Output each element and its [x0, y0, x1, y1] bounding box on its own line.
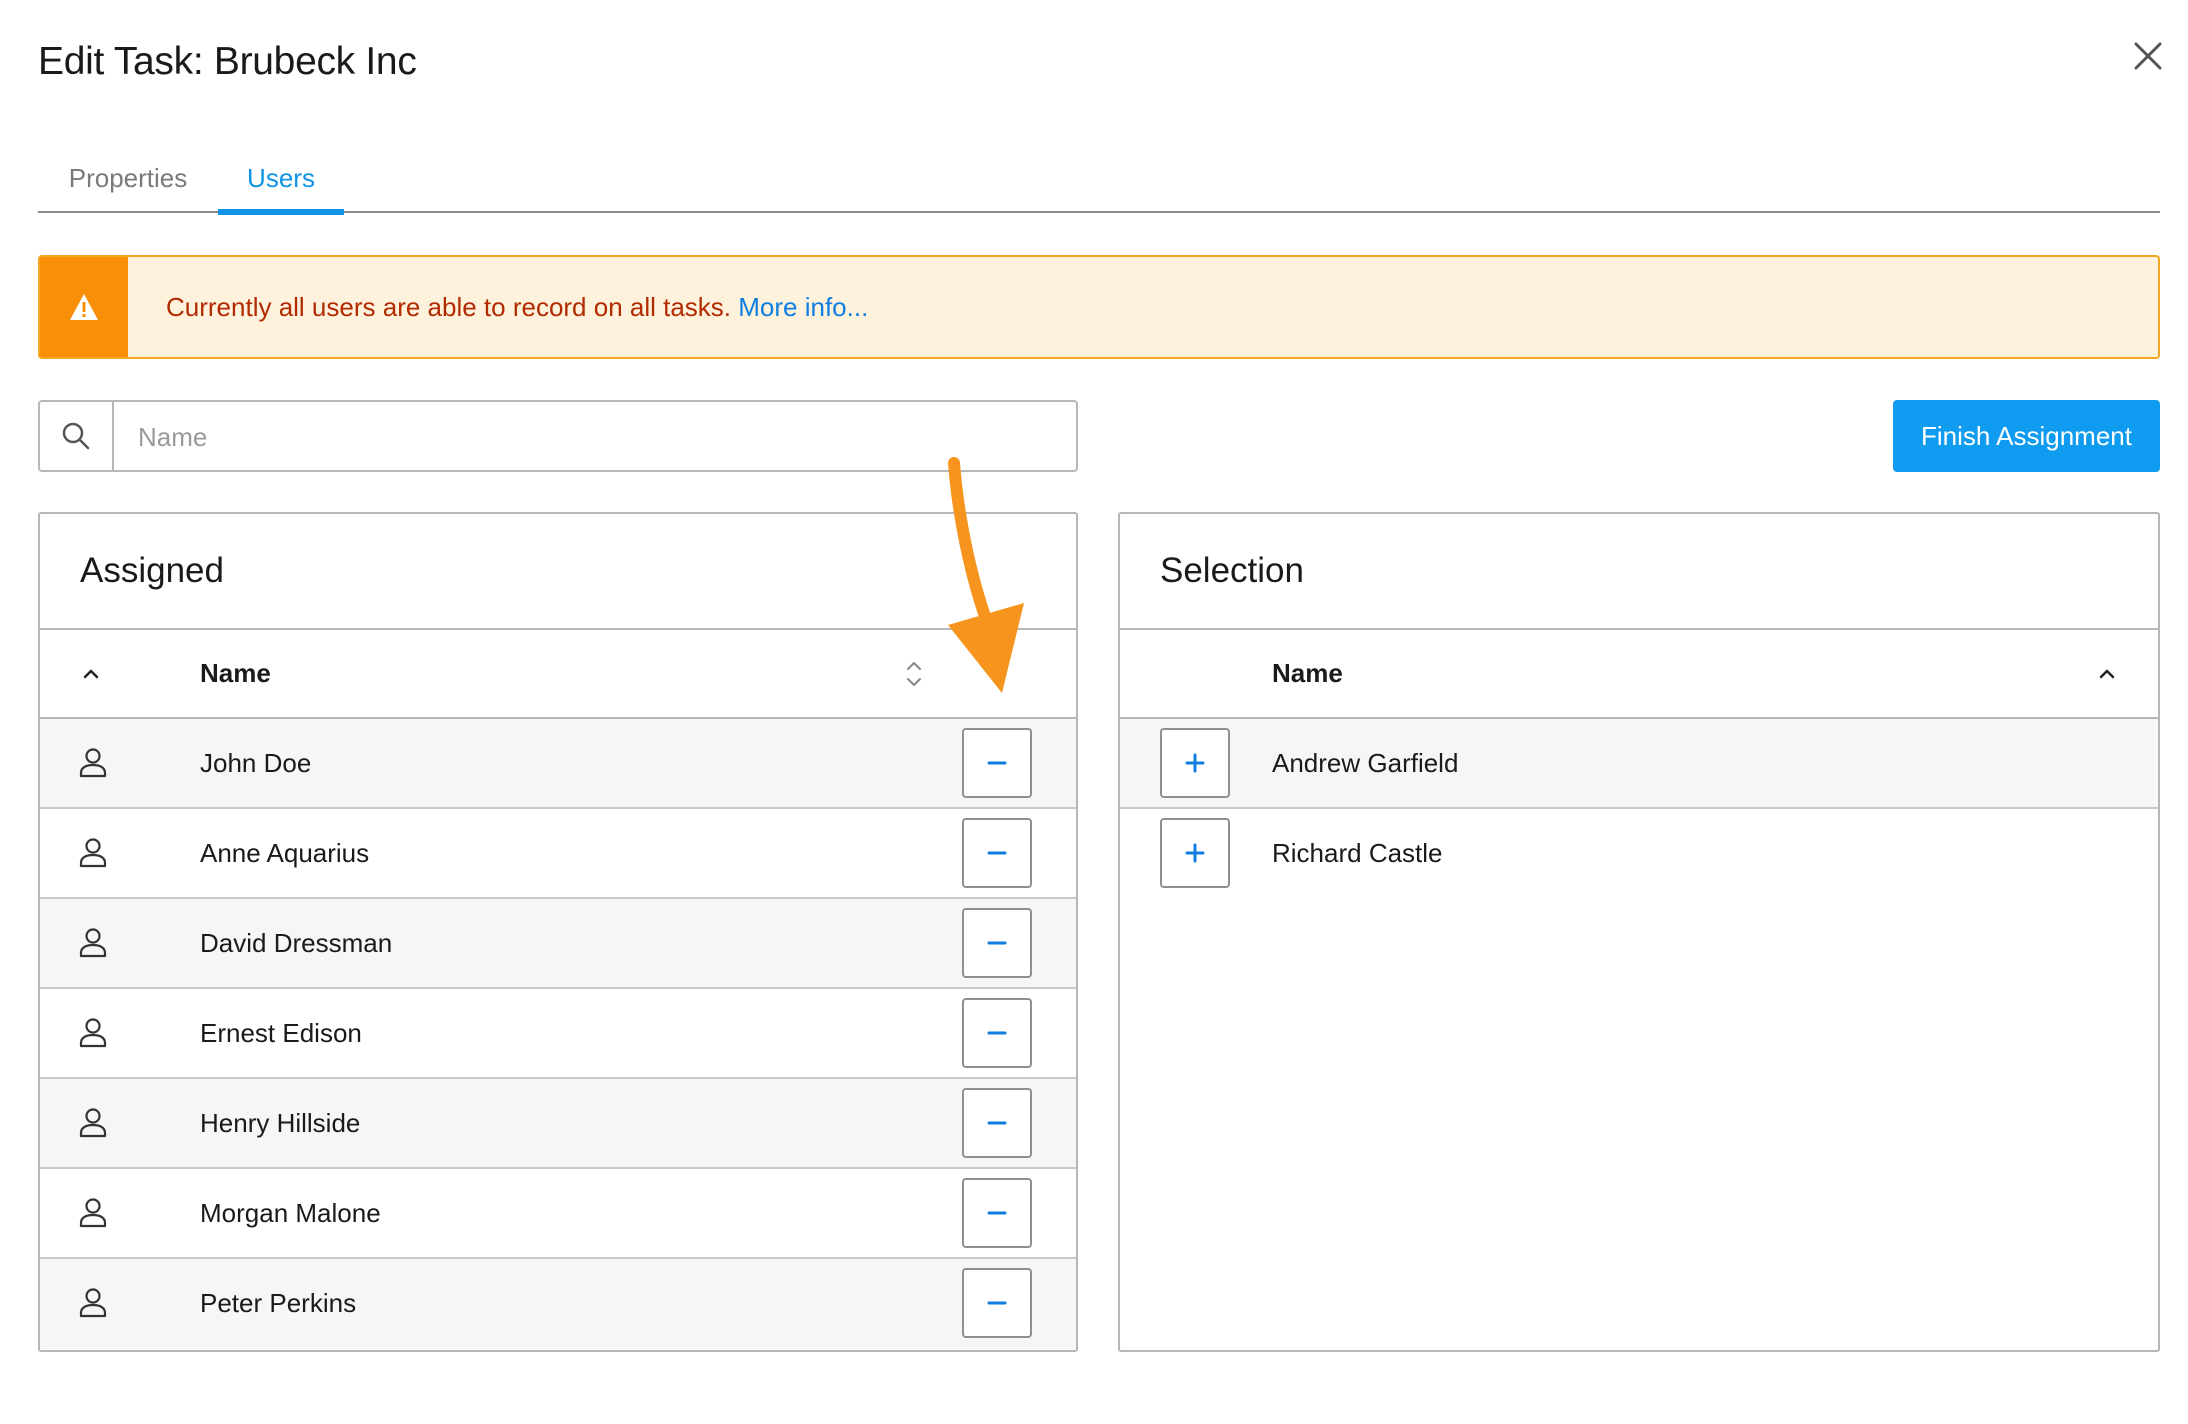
- user-name: Ernest Edison: [200, 1018, 362, 1048]
- remove-user-button[interactable]: [962, 1268, 1032, 1338]
- user-name: Richard Castle: [1272, 838, 1443, 868]
- finish-assignment-button[interactable]: Finish Assignment: [1893, 400, 2160, 472]
- remove-user-button[interactable]: [962, 818, 1032, 888]
- minus-icon: [987, 941, 1007, 945]
- plus-icon: [1185, 843, 1205, 863]
- user-icon: [79, 838, 107, 868]
- selection-title: Selection: [1160, 551, 1304, 590]
- selection-column-name[interactable]: Name: [1272, 630, 1343, 717]
- plus-icon: [1185, 753, 1205, 773]
- user-name: David Dressman: [200, 928, 393, 958]
- minus-icon: [987, 1121, 1007, 1125]
- add-user-button[interactable]: [1160, 728, 1230, 798]
- user-icon: [79, 1018, 107, 1048]
- user-name: Andrew Garfield: [1272, 748, 1459, 778]
- minus-icon: [987, 761, 1007, 765]
- user-name: John Doe: [200, 748, 312, 778]
- close-icon: [2134, 42, 2162, 70]
- table-row: Ernest Edison: [40, 989, 1076, 1079]
- tab-users[interactable]: Users: [218, 148, 344, 215]
- minus-icon: [987, 851, 1007, 855]
- table-row: Morgan Malone: [40, 1169, 1076, 1259]
- minus-icon: [987, 1211, 1007, 1215]
- alert-message-wrap: Currently all users are able to record o…: [166, 257, 868, 357]
- remove-user-button[interactable]: [962, 1178, 1032, 1248]
- dialog-title: Edit Task: Brubeck Inc: [38, 40, 417, 83]
- selection-table-header: Name: [1120, 628, 2158, 719]
- table-row: Anne Aquarius: [40, 809, 1076, 899]
- sort-asc-icon[interactable]: [80, 664, 102, 684]
- user-name: Morgan Malone: [200, 1198, 381, 1228]
- table-row: Henry Hillside: [40, 1079, 1076, 1169]
- assigned-table-header: Name: [40, 628, 1076, 719]
- user-name: Henry Hillside: [200, 1108, 361, 1138]
- assigned-panel: Assigned Name John Doe Anne Aquarius David…: [38, 512, 1078, 1352]
- sort-toggle-icon[interactable]: [903, 658, 925, 690]
- remove-user-button[interactable]: [962, 728, 1032, 798]
- remove-user-button[interactable]: [962, 1088, 1032, 1158]
- selection-panel: Selection Name Andrew Garfield Richard Ca…: [1118, 512, 2160, 1352]
- user-icon: [79, 1288, 107, 1318]
- sort-asc-icon[interactable]: [2096, 664, 2118, 684]
- user-icon: [79, 748, 107, 778]
- assigned-rows: John Doe Anne Aquarius David Dressman Ernes…: [40, 719, 1076, 1349]
- minus-icon: [987, 1031, 1007, 1035]
- user-name: Anne Aquarius: [200, 838, 370, 868]
- tab-bar: Properties Users: [38, 148, 2160, 215]
- warning-alert: Currently all users are able to record o…: [38, 255, 2160, 359]
- add-user-button[interactable]: [1160, 818, 1230, 888]
- table-row: David Dressman: [40, 899, 1076, 989]
- close-button[interactable]: [2120, 28, 2176, 84]
- table-row: Richard Castle: [1120, 809, 2158, 899]
- user-name: Peter Perkins: [200, 1288, 357, 1318]
- user-icon: [79, 1198, 107, 1228]
- assigned-title: Assigned: [80, 551, 224, 590]
- alert-message: Currently all users are able to record o…: [166, 292, 732, 322]
- search-icon: [62, 422, 90, 450]
- selection-rows: Andrew Garfield Richard Castle: [1120, 719, 2158, 899]
- remove-user-button[interactable]: [962, 998, 1032, 1068]
- user-icon: [79, 928, 107, 958]
- assigned-column-name[interactable]: Name: [200, 630, 271, 717]
- search-input[interactable]: [136, 402, 1060, 472]
- minus-icon: [987, 1301, 1007, 1305]
- more-info-link[interactable]: More info...: [738, 292, 868, 322]
- table-row: Andrew Garfield: [1120, 719, 2158, 809]
- search-icon-container: [40, 402, 114, 470]
- table-row: Peter Perkins: [40, 1259, 1076, 1349]
- remove-user-button[interactable]: [962, 908, 1032, 978]
- alert-icon-container: [40, 257, 128, 357]
- tab-properties[interactable]: Properties: [38, 148, 218, 213]
- warning-icon: [70, 294, 98, 320]
- user-icon: [79, 1108, 107, 1138]
- table-row: John Doe: [40, 719, 1076, 809]
- search-box: [38, 400, 1078, 472]
